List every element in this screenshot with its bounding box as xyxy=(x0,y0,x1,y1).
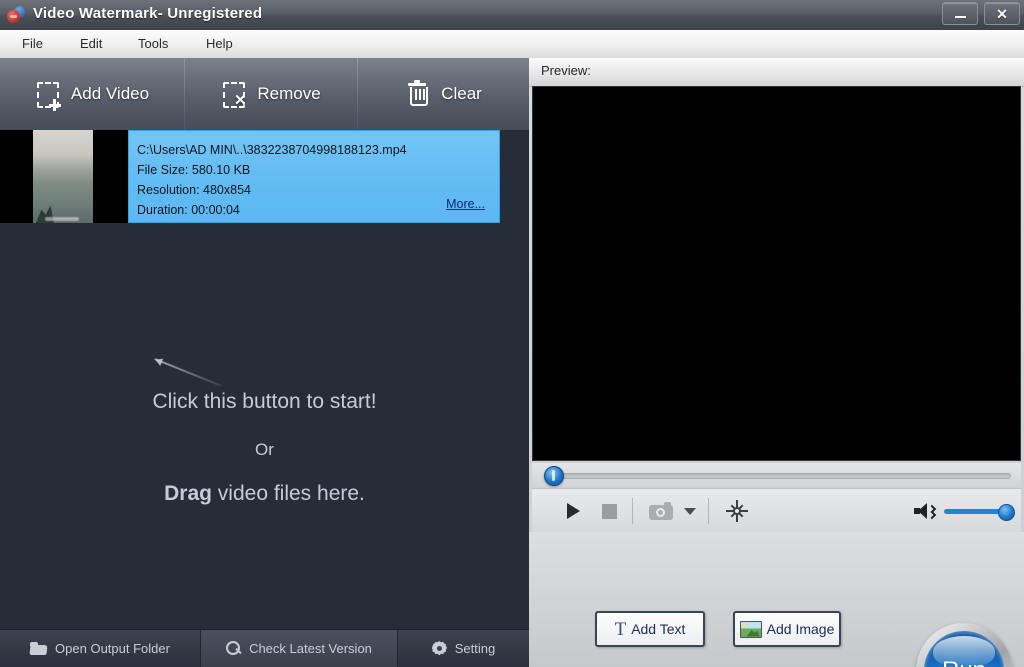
dropzone-line-1: Click this button to start! xyxy=(0,390,529,414)
trash-icon xyxy=(405,80,431,108)
menu-item-edit[interactable]: Edit xyxy=(72,34,110,54)
menu-item-tools[interactable]: Tools xyxy=(130,34,176,54)
more-link[interactable]: More... xyxy=(446,197,485,211)
add-video-button[interactable]: Add Video xyxy=(0,58,184,130)
add-image-label: Add Image xyxy=(767,621,835,637)
player-controls xyxy=(532,488,1021,533)
dropzone-line-2: Or xyxy=(0,440,529,460)
menu-item-help[interactable]: Help xyxy=(198,34,241,54)
seek-bar[interactable] xyxy=(532,463,1021,487)
pointer-arrow-icon xyxy=(155,358,225,384)
file-info-card[interactable]: C:\Users\AD MIN\..\3832238704998188123.m… xyxy=(128,130,500,223)
add-text-button[interactable]: T Add Text xyxy=(595,611,705,647)
window-title: Video Watermark- Unregistered xyxy=(33,5,262,22)
app-logo-icon xyxy=(6,5,26,25)
snapshot-button[interactable] xyxy=(646,496,676,526)
add-text-label: Add Text xyxy=(631,621,685,637)
menu-item-file[interactable]: File xyxy=(14,34,51,54)
minimize-button[interactable] xyxy=(942,2,978,25)
dropzone-line-3: Drag video files here. xyxy=(0,482,529,506)
speaker-icon xyxy=(914,503,934,519)
setting-label: Setting xyxy=(455,641,495,656)
table-row[interactable]: C:\Users\AD MIN\..\3832238704998188123.m… xyxy=(0,130,500,223)
volume-slider-handle[interactable] xyxy=(998,504,1015,521)
window-controls: ✕ xyxy=(942,2,1020,26)
gear-icon xyxy=(432,641,447,656)
add-video-label: Add Video xyxy=(71,84,149,104)
controls-divider-2 xyxy=(708,498,709,524)
seek-track[interactable] xyxy=(546,473,1011,479)
status-bar: Open Output Folder Check Latest Version … xyxy=(0,629,529,667)
left-panel: Add Video ✕ Remove Clear xyxy=(0,58,529,667)
close-button[interactable]: ✕ xyxy=(984,2,1020,25)
stop-icon xyxy=(602,504,617,519)
setting-button[interactable]: Setting xyxy=(398,630,529,667)
main-toolbar: Add Video ✕ Remove Clear xyxy=(0,58,529,131)
video-file-list[interactable]: C:\Users\AD MIN\..\3832238704998188123.m… xyxy=(0,130,529,630)
add-video-icon xyxy=(35,80,61,108)
seek-handle[interactable] xyxy=(544,466,564,486)
preview-header: Preview: xyxy=(529,58,1024,87)
close-icon: ✕ xyxy=(996,7,1008,21)
dropzone-line-3-rest: video files here. xyxy=(212,482,365,505)
dropzone-line-3-strong: Drag xyxy=(164,482,212,505)
check-latest-version-label: Check Latest Version xyxy=(249,641,372,656)
file-size: File Size: 580.10 KB xyxy=(137,163,250,177)
clear-button[interactable]: Clear xyxy=(358,58,529,130)
snapshot-dropdown-button[interactable] xyxy=(680,496,700,526)
right-panel: Preview: xyxy=(529,58,1024,667)
search-icon xyxy=(226,641,241,656)
file-path: C:\Users\AD MIN\..\3832238704998188123.m… xyxy=(137,143,407,157)
chevron-down-icon xyxy=(684,508,696,515)
remove-button[interactable]: ✕ Remove xyxy=(185,58,357,130)
application-window: Video Watermark- Unregistered ✕ File Edi… xyxy=(0,0,1024,667)
remove-label: Remove xyxy=(257,84,320,104)
title-bar: Video Watermark- Unregistered ✕ xyxy=(0,0,1024,31)
sparkle-icon xyxy=(726,500,748,522)
check-latest-version-button[interactable]: Check Latest Version xyxy=(201,630,397,667)
preview-label: Preview: xyxy=(541,63,591,78)
video-preview-screen[interactable] xyxy=(532,86,1021,461)
controls-divider-1 xyxy=(632,498,633,524)
folder-icon xyxy=(30,642,47,655)
video-thumbnail xyxy=(0,130,128,223)
effects-button[interactable] xyxy=(722,496,752,526)
run-label: Run xyxy=(942,657,986,667)
add-image-button[interactable]: Add Image xyxy=(733,611,841,647)
mute-button[interactable] xyxy=(912,496,936,526)
open-output-folder-button[interactable]: Open Output Folder xyxy=(0,630,200,667)
play-button[interactable] xyxy=(558,496,588,526)
text-T-icon: T xyxy=(615,620,627,639)
file-duration: Duration: 00:00:04 xyxy=(137,203,240,217)
play-icon xyxy=(567,503,580,519)
clear-label: Clear xyxy=(441,84,482,104)
menu-bar: File Edit Tools Help xyxy=(0,30,1024,59)
open-output-folder-label: Open Output Folder xyxy=(55,641,170,656)
remove-video-icon: ✕ xyxy=(221,80,247,108)
stop-button[interactable] xyxy=(594,496,624,526)
picture-icon xyxy=(740,621,762,638)
file-resolution: Resolution: 480x854 xyxy=(137,183,251,197)
camera-icon xyxy=(649,502,673,520)
